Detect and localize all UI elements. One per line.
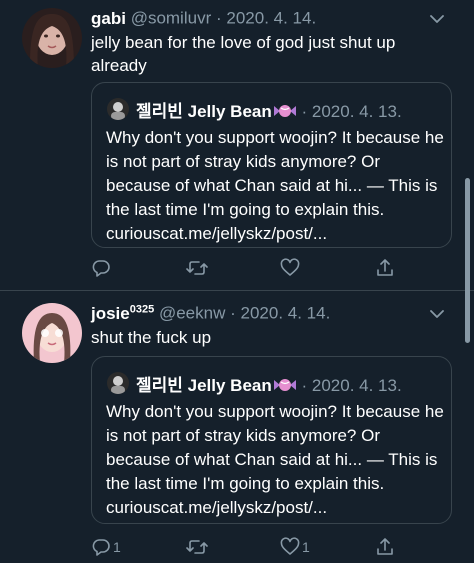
quoted-date: 2020. 4. 13. xyxy=(311,102,402,121)
separator: · xyxy=(230,303,236,323)
quoted-author-name: 젤리빈 Jelly Bean xyxy=(136,376,272,395)
like-count: 1 xyxy=(302,539,310,555)
quoted-avatar xyxy=(107,98,129,120)
share-button[interactable] xyxy=(375,536,395,558)
reply-button[interactable] xyxy=(91,257,113,279)
tweet[interactable]: gabi @somiluvr · 2020. 4. 14. jelly bean… xyxy=(0,0,474,290)
tweet-text: shut the fuck up xyxy=(91,328,212,347)
retweet-button[interactable] xyxy=(186,536,210,558)
like-button[interactable] xyxy=(280,257,302,279)
quoted-avatar xyxy=(107,372,129,394)
quoted-tweet[interactable]: 젤리빈 Jelly Bean · 2020. 4. 13. Why don't … xyxy=(91,82,452,248)
quoted-tweet[interactable]: 젤리빈 Jelly Bean · 2020. 4. 13. Why don't … xyxy=(91,356,452,524)
candy-emoji-icon xyxy=(273,103,297,123)
like-icon xyxy=(280,258,300,276)
share-button[interactable] xyxy=(375,257,395,279)
avatar[interactable] xyxy=(22,8,82,68)
more-icon[interactable] xyxy=(430,309,444,319)
tweet-date[interactable]: 2020. 4. 14. xyxy=(226,9,316,28)
tweet-actions: 1 1 xyxy=(0,531,474,561)
quoted-text: Why don't you support woojin? It because… xyxy=(106,402,444,517)
avatar-image xyxy=(22,303,82,363)
quoted-header: 젤리빈 Jelly Bean · 2020. 4. 13. xyxy=(136,97,402,123)
like-button[interactable]: 1 xyxy=(280,536,310,558)
tweet-header: gabi @somiluvr · 2020. 4. 14. xyxy=(91,8,316,29)
like-icon xyxy=(280,537,300,555)
tweet-header: josie0325 @eeknw · 2020. 4. 14. xyxy=(91,303,330,324)
avatar[interactable] xyxy=(22,303,82,363)
tweet-date[interactable]: 2020. 4. 14. xyxy=(241,304,331,323)
scrollbar[interactable] xyxy=(465,178,470,343)
tweet[interactable]: josie0325 @eeknw · 2020. 4. 14. shut the… xyxy=(0,290,474,563)
avatar-image xyxy=(22,8,82,68)
reply-icon xyxy=(92,260,110,277)
reply-button[interactable]: 1 xyxy=(91,536,121,558)
quoted-date: 2020. 4. 13. xyxy=(311,376,402,395)
author-name[interactable]: josie0325 xyxy=(91,303,154,323)
quoted-text: Why don't you support woojin? It because… xyxy=(106,128,444,243)
author-name[interactable]: gabi xyxy=(91,9,126,28)
retweet-icon xyxy=(186,261,208,275)
tweet-text: jelly bean for the love of god just shut… xyxy=(91,33,396,75)
quoted-header: 젤리빈 Jelly Bean · 2020. 4. 13. xyxy=(136,371,402,397)
share-icon xyxy=(377,538,393,555)
author-handle[interactable]: @eeknw xyxy=(159,304,225,323)
reply-count: 1 xyxy=(113,539,121,555)
retweet-button[interactable] xyxy=(186,257,210,279)
author-handle[interactable]: @somiluvr xyxy=(131,9,212,28)
candy-emoji-icon xyxy=(273,377,297,397)
share-icon xyxy=(377,259,393,276)
separator: · xyxy=(215,8,222,28)
reply-icon xyxy=(92,539,110,556)
quoted-author-name: 젤리빈 Jelly Bean xyxy=(136,102,272,121)
tweet-actions xyxy=(0,252,474,282)
separator: · xyxy=(301,102,308,121)
more-icon[interactable] xyxy=(430,14,444,24)
retweet-icon xyxy=(186,540,208,554)
separator: · xyxy=(301,376,308,395)
